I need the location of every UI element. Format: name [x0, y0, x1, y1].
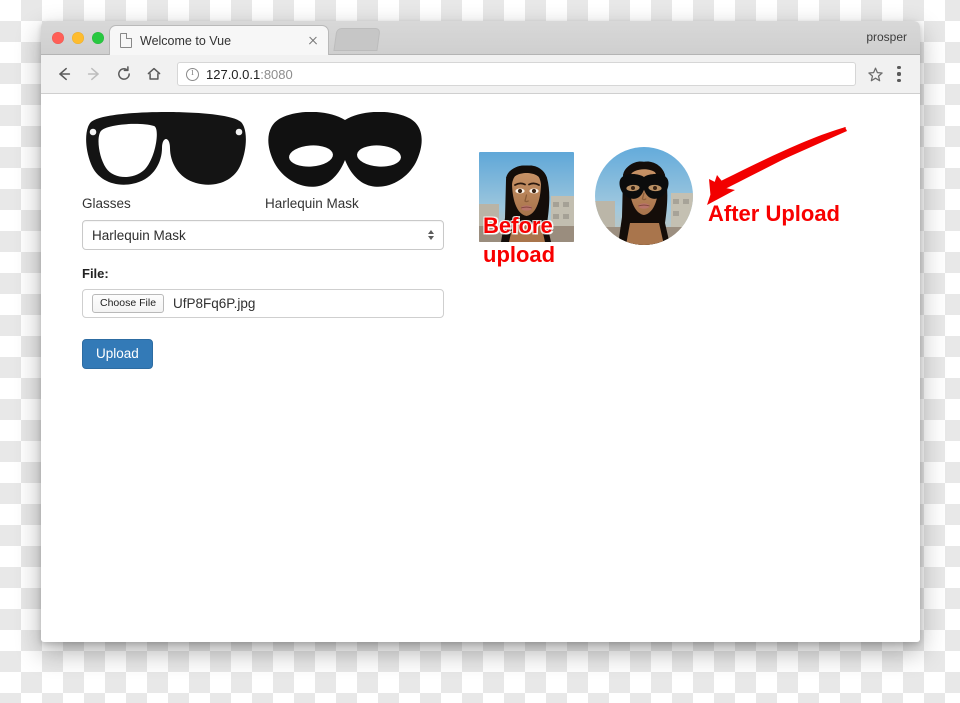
mask-option-gallery: Glasses Harlequin Mask — [82, 108, 444, 211]
browser-window: Welcome to Vue prosper i 127.0.0.1:8080 … — [41, 21, 920, 642]
close-icon[interactable] — [306, 34, 320, 48]
back-arrow-icon[interactable] — [51, 61, 77, 87]
close-window-button[interactable] — [52, 32, 64, 44]
mask-label-harlequin: Harlequin Mask — [265, 196, 359, 211]
address-bar[interactable]: 127.0.0.1:8080 — [177, 62, 856, 86]
home-icon[interactable] — [141, 61, 167, 87]
file-input[interactable]: Choose File UfP8Fq6P.jpg — [82, 289, 444, 318]
url-host: 127.0.0.1 — [206, 66, 261, 82]
browser-toolbar: 127.0.0.1:8080 — [41, 55, 920, 94]
selected-file-name: UfP8Fq6P.jpg — [173, 296, 256, 311]
harlequin-mask-icon — [265, 108, 444, 192]
choose-file-button[interactable]: Choose File — [92, 294, 165, 313]
profile-name[interactable]: prosper — [866, 30, 907, 44]
page-viewport: Glasses Harlequin Mask Harlequin Mask Fi… — [41, 94, 920, 640]
glasses-icon — [82, 108, 264, 192]
mask-option-harlequin: Harlequin Mask — [264, 108, 444, 211]
annotation-arrow-icon — [707, 127, 847, 205]
url-port: :8080 — [260, 66, 293, 82]
tab-strip: Welcome to Vue prosper — [41, 21, 920, 55]
reload-icon[interactable] — [111, 61, 137, 87]
photo-after-upload — [595, 147, 693, 245]
forward-arrow-icon — [81, 61, 107, 87]
browser-tab-active[interactable]: Welcome to Vue — [109, 25, 329, 55]
zoom-window-button[interactable] — [92, 32, 104, 44]
browser-tab-inactive[interactable] — [333, 28, 381, 51]
upload-button[interactable]: Upload — [82, 339, 153, 369]
url-text: 127.0.0.1:8080 — [206, 67, 293, 82]
mask-select[interactable]: Harlequin Mask — [82, 220, 444, 250]
mask-option-glasses: Glasses — [82, 108, 264, 211]
window-controls — [52, 32, 104, 44]
tab-title: Welcome to Vue — [140, 33, 232, 48]
overflow-menu-icon[interactable] — [888, 61, 910, 87]
annotation-before-upload: Before upload — [483, 213, 556, 268]
file-field-label: File: — [82, 266, 109, 281]
chevron-updown-icon[interactable] — [428, 230, 434, 240]
info-icon[interactable] — [186, 66, 199, 81]
mask-select-value: Harlequin Mask — [92, 227, 186, 243]
star-icon[interactable] — [862, 61, 888, 87]
mask-label-glasses: Glasses — [82, 196, 131, 211]
minimize-window-button[interactable] — [72, 32, 84, 44]
page-icon — [120, 32, 133, 48]
upload-form: Glasses Harlequin Mask Harlequin Mask Fi… — [82, 108, 444, 369]
